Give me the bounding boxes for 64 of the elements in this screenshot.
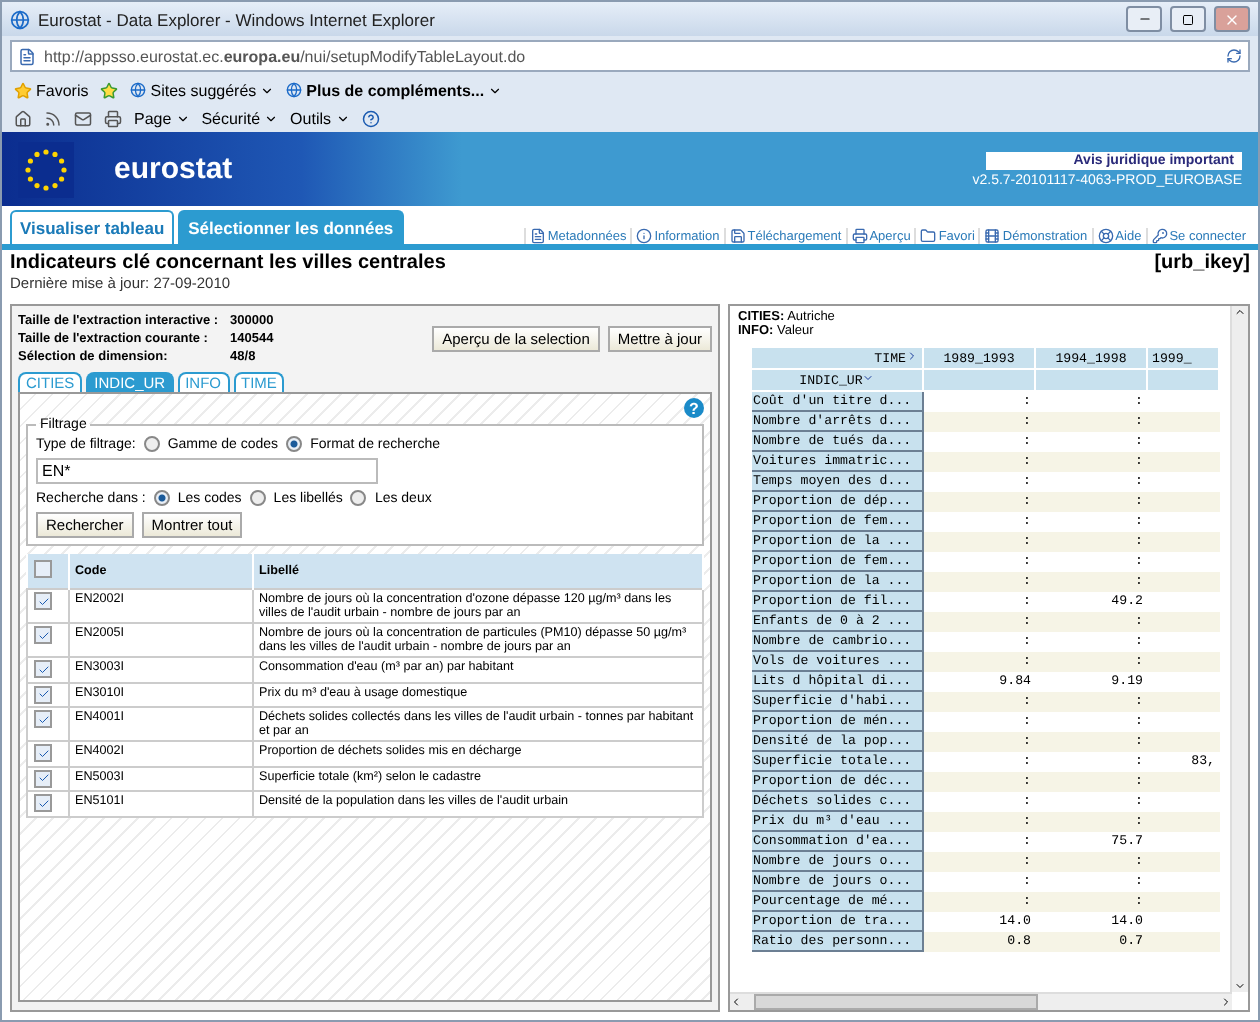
row-checkbox[interactable] [34,744,52,762]
caret-icon [335,111,349,125]
row-checkbox[interactable] [34,769,52,787]
command-menu[interactable]: Sécurité [201,109,279,127]
check-icon [37,747,49,759]
film-icon [984,228,1001,244]
check-icon [37,595,49,607]
refresh-icon [1226,48,1242,64]
star-icon [14,81,32,99]
feed-icon [44,109,62,127]
check-icon [37,663,49,675]
check-icon [37,629,49,641]
radio-button[interactable] [249,490,266,506]
search-field[interactable]: EN* [36,458,378,484]
page-icon [18,47,36,65]
save-icon [729,228,746,244]
key-icon [1151,228,1168,244]
globe-icon [130,82,147,98]
favorites-bar-link[interactable]: Sites suggérés [130,81,275,99]
page-title: Indicateurs clé concernant les villes centrales [10,252,446,274]
radio-button[interactable] [143,436,160,452]
main-tab[interactable]: Visualiser tableau [10,210,175,244]
check-icon [37,713,49,725]
vertical-scrollbar[interactable] [1230,306,1248,992]
row-checkbox[interactable] [34,794,52,812]
browser-icon [10,9,30,29]
caret-icon [488,83,503,97]
mail-icon [74,109,92,127]
radio-button[interactable] [350,490,367,506]
check-icon [37,797,49,809]
row-checkbox[interactable] [34,626,52,644]
address-field[interactable]: http://appsso.eurostat.ec.europa.eu/nui/setupModifyTableLayout.do [10,40,1250,72]
horizontal-scrollbar[interactable] [730,992,1232,1010]
favorites-bar-link[interactable]: Plus de compléments... [286,81,503,99]
add-favorite-icon [100,81,119,99]
command-menu[interactable]: Page [134,109,190,127]
radio-button[interactable] [153,490,170,506]
caret-icon [175,111,190,125]
window-title: Eurostat - Data Explorer - Windows Internet Explorer [38,9,437,29]
check-icon [37,688,49,700]
caret-icon [862,371,875,383]
favorites-button[interactable]: Favoris [14,81,89,99]
site-logo: eurostat [114,152,233,186]
minimize-icon [1137,12,1151,26]
radio-button[interactable] [286,436,303,452]
print-icon [851,228,868,244]
help-icon[interactable]: ? [684,398,704,418]
doc-icon [529,228,546,244]
globe-icon [286,82,303,98]
print-icon [104,109,122,127]
check-icon [37,772,49,784]
maximize-button[interactable] [1170,6,1206,32]
folder-icon [920,228,937,244]
dataset-code: [urb_ikey] [1154,252,1250,274]
close-icon [1224,11,1240,27]
select-all-checkbox[interactable] [33,560,51,578]
maximize-icon [1182,13,1194,25]
row-checkbox[interactable] [34,592,52,610]
home-icon [14,109,32,127]
info-icon [636,228,653,244]
row-checkbox[interactable] [34,710,52,728]
row-checkbox[interactable] [34,660,52,678]
row-checkbox[interactable] [34,685,52,703]
command-menu[interactable]: Outils [290,109,349,127]
